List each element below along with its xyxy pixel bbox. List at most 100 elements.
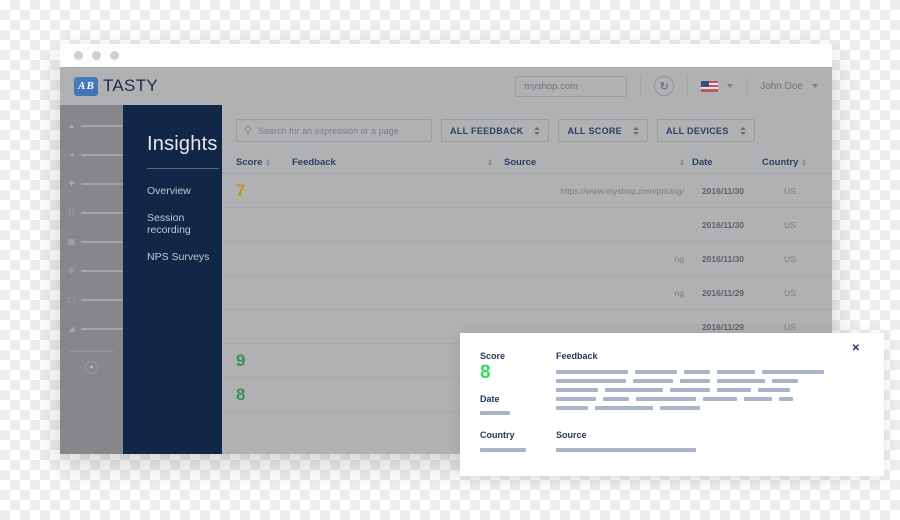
cell-country: US xyxy=(784,287,796,298)
feedback-detail-modal: ✕ Score 8 Date Feedback Country Source xyxy=(460,333,884,476)
sort-icon xyxy=(488,158,492,167)
column-header-score[interactable]: Score xyxy=(236,157,292,168)
sidebar-label-placeholder xyxy=(81,183,123,185)
table-row[interactable]: 7 https://www.myshop.com/pricing/2016/11/… xyxy=(222,174,832,208)
search-placeholder: Search for an expression or a page xyxy=(258,125,399,136)
placeholder-bar xyxy=(703,397,737,401)
sidebar-item-6[interactable]: ⚙ xyxy=(60,264,123,278)
modal-source-placeholder xyxy=(556,448,696,452)
placeholder-bar xyxy=(772,379,798,383)
cell-country: US xyxy=(784,185,796,196)
sidebar-item-8[interactable]: ◢ xyxy=(60,322,123,336)
close-icon[interactable]: ✕ xyxy=(852,343,860,354)
refresh-icon[interactable]: ↻ xyxy=(654,76,675,96)
filter-label: ALL SCORE xyxy=(567,125,622,136)
sidebar-label-placeholder xyxy=(81,299,123,301)
placeholder-bar xyxy=(758,388,790,392)
placeholder-bar xyxy=(717,388,751,392)
window-titlebar xyxy=(60,44,832,67)
placeholder-bar xyxy=(680,379,710,383)
sidebar-label-placeholder xyxy=(81,125,123,127)
sidebar-item-3[interactable]: ✚ xyxy=(60,177,123,191)
placeholder-bar xyxy=(779,397,793,401)
sidebar-item-1[interactable]: ▲ xyxy=(60,119,123,133)
column-header-source[interactable]: Source xyxy=(492,157,684,168)
sidebar-item-2[interactable]: ◂ xyxy=(60,148,123,162)
person-icon: ▲ xyxy=(67,121,76,130)
user-chevron-down-icon[interactable] xyxy=(812,84,818,88)
placeholder-bar xyxy=(684,370,710,374)
sidebar-item-5[interactable]: ▦ xyxy=(60,235,123,249)
header-divider-1 xyxy=(640,76,642,96)
page-title: Insights xyxy=(147,133,218,155)
feed-icon: ◢ xyxy=(68,324,75,333)
sidebar-divider xyxy=(69,351,114,352)
search-input[interactable]: ⚲ Search for an expression or a page xyxy=(236,119,432,142)
modal-country-placeholder xyxy=(480,448,526,452)
modal-date-placeholder xyxy=(480,410,510,415)
window-minimize-dot[interactable] xyxy=(92,51,101,60)
window-maximize-dot[interactable] xyxy=(110,51,119,60)
header-divider-3 xyxy=(746,76,748,96)
sidebar-item-4[interactable]: ☷ xyxy=(60,206,123,220)
cell-score: 7 xyxy=(236,180,246,200)
cell-country: US xyxy=(784,321,796,332)
placeholder-bar xyxy=(717,370,755,374)
logo-letter-a: A xyxy=(78,80,86,92)
nav-item-session-recording[interactable]: Session recording xyxy=(147,212,222,236)
placeholder-bar xyxy=(744,397,772,401)
chevron-updown-icon xyxy=(632,126,639,135)
document-icon: ▢ xyxy=(67,295,76,304)
cell-source: https://www.myshop.com/pricing/ xyxy=(560,185,684,196)
table-row[interactable]: ng 2016/11/30 US xyxy=(222,242,832,276)
window-close-dot[interactable] xyxy=(74,51,83,60)
filter-all-score[interactable]: ALL SCORE xyxy=(558,119,648,142)
column-header-country[interactable]: Country xyxy=(762,157,818,168)
filter-label: ALL DEVICES xyxy=(665,125,729,136)
cell-source: ng xyxy=(674,253,684,264)
filter-all-devices[interactable]: ALL DEVICES xyxy=(656,119,755,142)
app-body: ▲ ◂ ✚ ☷ ▦ ⚙ ▢ ◢ ● Insights Overview Sess… xyxy=(60,105,884,476)
modal-source-block: Source xyxy=(556,430,696,452)
info-icon[interactable]: ● xyxy=(85,361,98,374)
app-header: AB TASTY myshop.com ↻ John Doe xyxy=(60,67,832,105)
placeholder-bar xyxy=(633,379,673,383)
placeholder-bar xyxy=(635,370,677,374)
nav-item-overview[interactable]: Overview xyxy=(147,185,222,197)
sort-icon xyxy=(266,158,271,167)
insights-panel: Insights Overview Session recording NPS … xyxy=(123,105,222,454)
us-flag-icon xyxy=(701,80,719,92)
placeholder-bar xyxy=(660,406,700,410)
placeholder-bar xyxy=(762,370,824,374)
chart-icon: ☷ xyxy=(67,208,76,217)
plus-icon: ✚ xyxy=(68,179,75,188)
language-chevron-down-icon[interactable] xyxy=(727,84,734,88)
column-header-feedback[interactable]: Feedback xyxy=(292,157,492,168)
placeholder-bar xyxy=(670,388,710,392)
placeholder-bar xyxy=(605,388,663,392)
title-underline xyxy=(147,168,219,169)
placeholder-line xyxy=(556,379,824,383)
nav-item-nps-surveys[interactable]: NPS Surveys xyxy=(147,251,222,263)
modal-score-value: 8 xyxy=(480,362,491,383)
table-row[interactable]: ng 2016/11/29 US xyxy=(222,276,832,310)
modal-source-label: Source xyxy=(556,430,587,440)
cell-country: US xyxy=(784,219,796,230)
placeholder-bar xyxy=(717,379,765,383)
modal-country-label: Country xyxy=(480,430,515,440)
table-row[interactable]: 2016/11/30 US xyxy=(222,208,832,242)
cell-date: 2016/11/30 xyxy=(701,185,745,196)
sidebar-label-placeholder xyxy=(81,241,123,243)
table-header-row: Score Feedback Source Date Country xyxy=(222,152,832,174)
filter-bar: ⚲ Search for an expression or a page ALL… xyxy=(222,105,832,142)
app-logo[interactable]: AB TASTY xyxy=(74,76,158,96)
sidebar-label-placeholder xyxy=(81,154,123,156)
search-icon: ⚲ xyxy=(244,125,253,137)
sidebar-item-7[interactable]: ▢ xyxy=(60,293,123,307)
header-divider-2 xyxy=(687,76,689,96)
filter-all-feedback[interactable]: ALL FEEDBACK xyxy=(441,119,550,142)
cell-source: ng xyxy=(674,287,684,298)
column-header-date[interactable]: Date xyxy=(684,157,762,168)
modal-feedback-placeholder xyxy=(556,370,824,410)
shop-domain-input[interactable]: myshop.com xyxy=(515,75,628,97)
